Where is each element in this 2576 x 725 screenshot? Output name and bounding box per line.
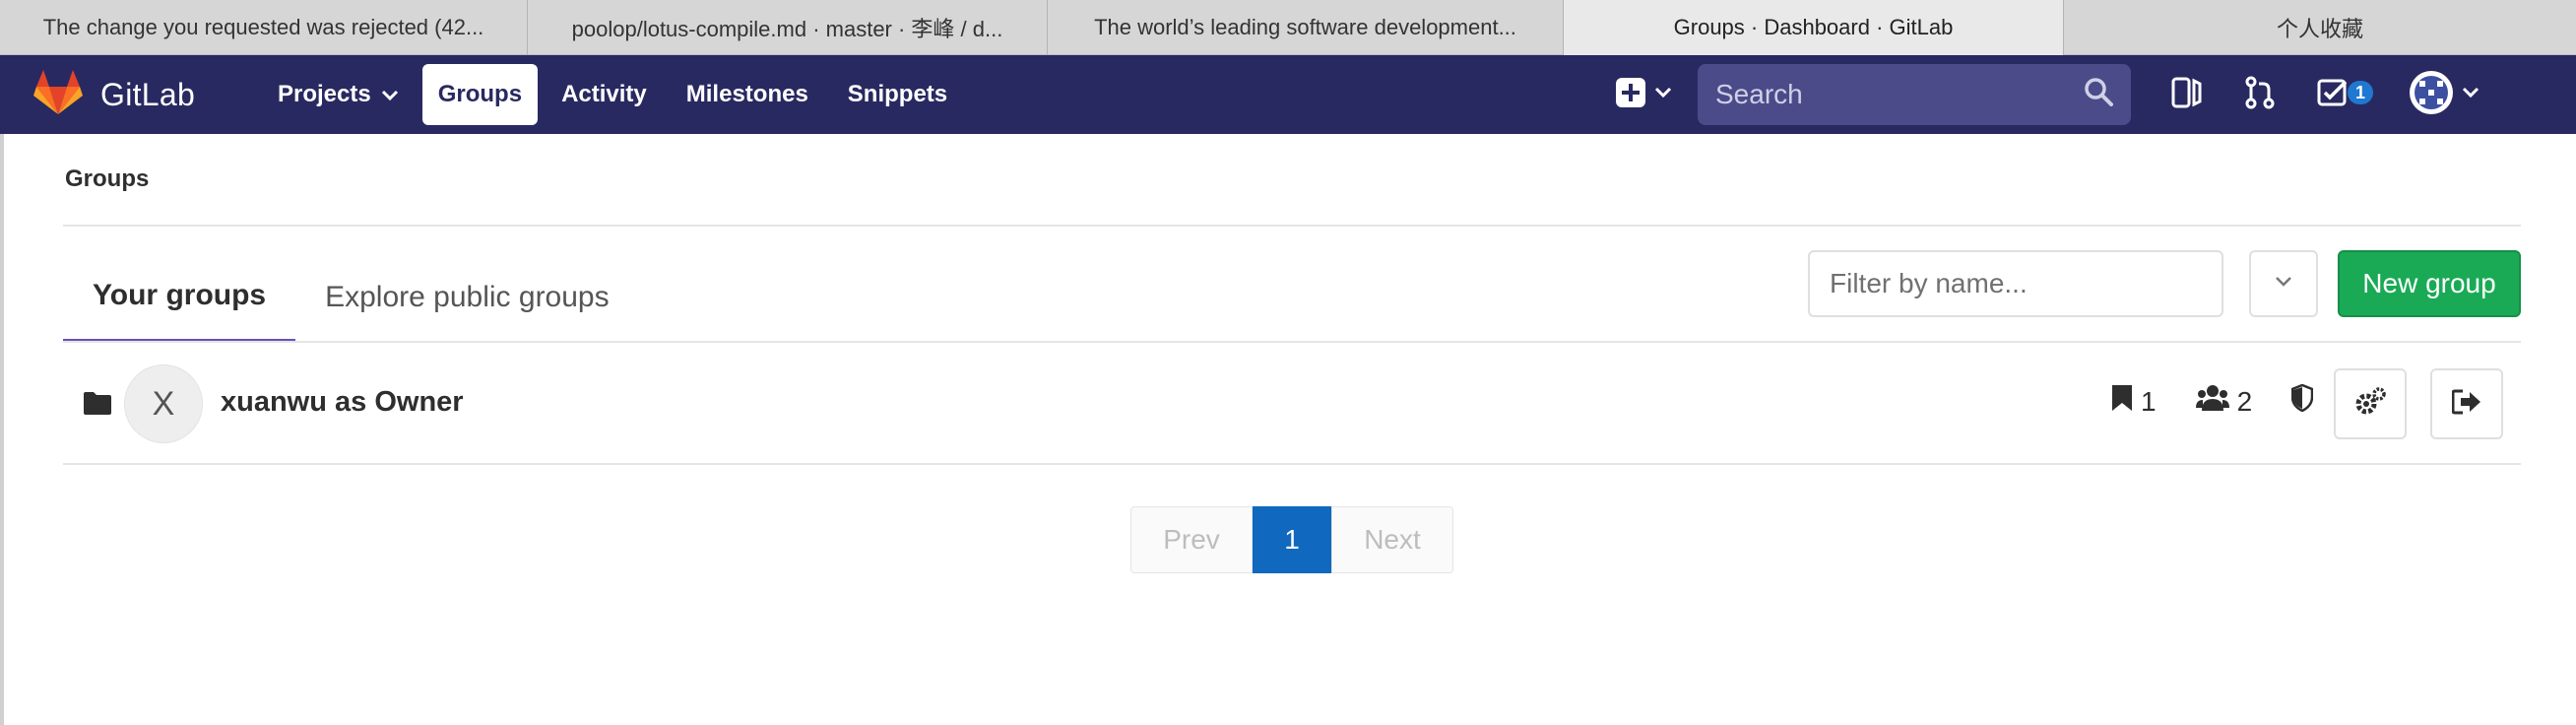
pagination: Prev 1 Next: [1130, 506, 1453, 573]
members-count: 2: [2236, 385, 2253, 417]
cogs-icon: [2354, 386, 2386, 422]
todo-count-badge: 1: [2348, 81, 2373, 104]
new-dropdown-button[interactable]: [1615, 77, 1672, 113]
breadcrumb-divider: [63, 225, 2521, 227]
pagination-page-current[interactable]: 1: [1253, 506, 1331, 573]
browser-tab[interactable]: 个人收藏: [2064, 0, 2576, 55]
main-nav: Projects Groups Activity Milestones Snip…: [262, 63, 963, 126]
gitlab-brand-link[interactable]: GitLab: [33, 67, 195, 122]
groups-tabs: Your groups Explore public groups: [63, 252, 639, 343]
pagination-prev[interactable]: Prev: [1130, 506, 1253, 573]
search-placeholder: Search: [1715, 79, 1803, 109]
new-group-button[interactable]: New group: [2338, 250, 2521, 317]
gitlab-brand-name: GitLab: [100, 76, 196, 112]
merge-request-icon: [2243, 76, 2277, 114]
issues-icon: [2170, 76, 2204, 114]
tab-your-groups[interactable]: Your groups: [63, 252, 296, 343]
breadcrumb[interactable]: Groups: [65, 165, 149, 193]
group-stats: 1 2: [2111, 383, 2314, 419]
chevron-down-icon: [381, 81, 399, 108]
projects-count-stat: 1: [2111, 384, 2157, 419]
projects-count: 1: [2141, 385, 2157, 417]
nav-projects-label: Projects: [278, 81, 371, 107]
sign-out-icon: [2451, 389, 2481, 420]
search-input[interactable]: Search: [1698, 64, 2131, 125]
group-avatar[interactable]: X: [124, 364, 203, 443]
todo-check-icon: [2316, 76, 2350, 114]
filter-by-name-input[interactable]: [1808, 250, 2223, 317]
browser-tab[interactable]: The change you requested was rejected (4…: [0, 0, 528, 55]
bookmark-icon: [2111, 384, 2133, 419]
nav-snippets[interactable]: Snippets: [832, 64, 963, 125]
browser-tab[interactable]: The world’s leading software development…: [1048, 0, 1564, 55]
search-icon: [2084, 77, 2113, 113]
nav-milestones[interactable]: Milestones: [671, 64, 824, 125]
user-avatar: [2409, 70, 2454, 120]
window-left-edge: [0, 134, 4, 725]
user-menu-button[interactable]: [2409, 70, 2479, 120]
nav-right: Search 1: [1615, 63, 2479, 126]
browser-tab-strip: The change you requested was rejected (4…: [0, 0, 2576, 55]
members-count-stat: 2: [2195, 384, 2253, 419]
top-navbar: GitLab Projects Groups Activity Mileston…: [0, 55, 2576, 134]
leave-group-button[interactable]: [2430, 368, 2503, 439]
chevron-down-icon: [2275, 275, 2292, 293]
gitlab-logo-icon: [33, 69, 83, 121]
browser-tab[interactable]: poolop/lotus-compile.md · master · 李峰 / …: [528, 0, 1048, 55]
pagination-next[interactable]: Next: [1331, 506, 1453, 573]
group-title-link[interactable]: xuanwu as Owner: [221, 386, 464, 419]
merge-requests-nav-button[interactable]: [2243, 76, 2277, 114]
shield-icon: [2290, 383, 2314, 419]
issues-nav-button[interactable]: [2170, 76, 2204, 114]
browser-tab-active[interactable]: Groups · Dashboard · GitLab: [1564, 0, 2064, 55]
nav-groups[interactable]: Groups: [421, 64, 539, 125]
nav-activity[interactable]: Activity: [546, 64, 663, 125]
plus-square-icon: [1615, 77, 1646, 113]
group-settings-button[interactable]: [2334, 368, 2407, 439]
todos-nav-button[interactable]: 1: [2316, 76, 2373, 114]
nav-projects[interactable]: Projects: [262, 64, 415, 125]
sort-dropdown-button[interactable]: [2249, 250, 2318, 317]
chevron-down-icon: [2462, 86, 2479, 103]
group-row[interactable]: X xuanwu as Owner 1 2: [63, 343, 2521, 465]
users-icon: [2195, 384, 2229, 419]
tab-explore-public-groups[interactable]: Explore public groups: [295, 252, 639, 343]
chevron-down-icon: [1654, 86, 1672, 103]
folder-icon: [83, 390, 112, 421]
